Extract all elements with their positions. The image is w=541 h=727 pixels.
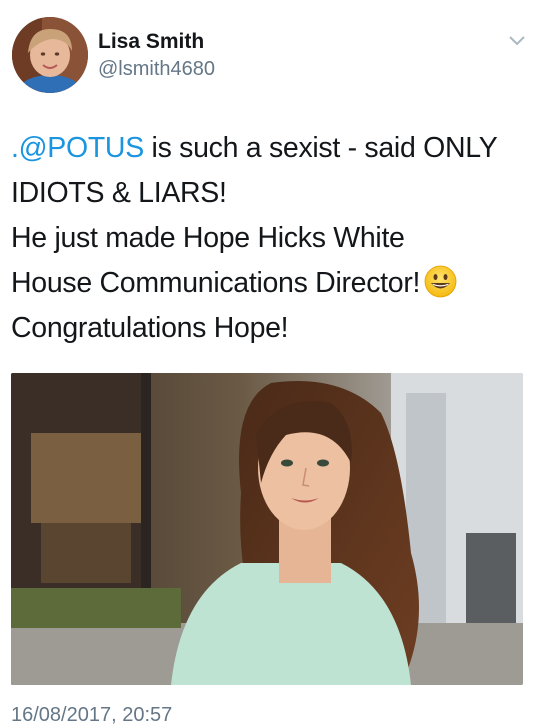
potus-mention-link[interactable]: .@POTUS — [11, 132, 144, 164]
tweet-line-4: House Communications Director! — [11, 261, 536, 306]
tweet-line-4-text: House Communications Director! — [11, 267, 421, 299]
tweet-line-1: .@POTUS is such a sexist - said ONLY — [11, 126, 536, 171]
tweet-line-2: IDIOTS & LIARS! — [11, 177, 227, 209]
tweet-line-3: He just made Hope Hicks White — [11, 222, 405, 254]
tweet-line-5: Congratulations Hope! — [11, 312, 289, 344]
avatar[interactable] — [12, 17, 88, 93]
tweet-header: Lisa Smith @lsmith4680 — [0, 0, 541, 100]
tweet-photo[interactable] — [11, 373, 523, 685]
author-name[interactable]: Lisa Smith — [98, 30, 204, 54]
author-handle[interactable]: @lsmith4680 — [98, 58, 215, 81]
tweet-line-1-text: is such a sexist - said ONLY — [143, 132, 498, 164]
tweet-text: .@POTUS is such a sexist - said ONLY IDI… — [11, 126, 536, 351]
grinning-face-icon — [424, 265, 457, 298]
chevron-down-icon[interactable] — [508, 34, 526, 48]
